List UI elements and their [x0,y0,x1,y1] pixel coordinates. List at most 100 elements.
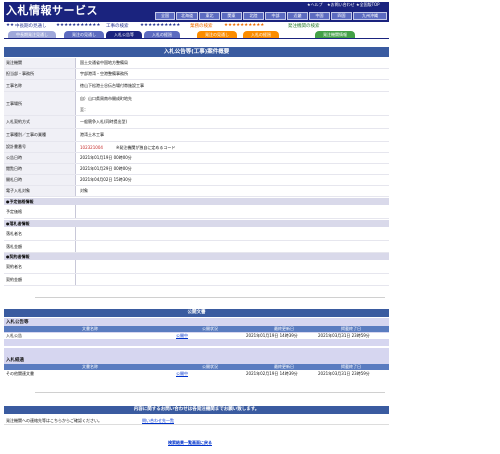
col-header: 文書名称 [82,326,98,331]
tab-services-outlook[interactable]: 発注の見通し [197,31,237,38]
region-tab-kyushu[interactable]: 九州沖縄 [353,12,387,20]
inquiry-title: 内容に関するお問い合わせは各発注機関までお願い致します。 [4,406,389,414]
row-value: 対象 [80,188,88,193]
row-label: 契約金額 [4,274,76,285]
row-label: 公告日時 [4,153,76,163]
doc-status-link[interactable]: 公開中 [176,333,188,339]
row-label: 担当部・事務所 [4,69,76,79]
category-construction-search: 工事の検索 [106,24,129,29]
site-logo[interactable]: 入札情報サービス [6,2,98,18]
table-row: 入札公告 公開中 2021年01月19日 14時39分 2021年03月31日 … [4,333,389,339]
back-to-results-link[interactable]: 検索結果一覧画面に戻る [168,440,212,446]
row-value: 2021年01月19日 00時00分 [80,155,132,160]
inquiry-label: 発注機関への連絡先等はこちらからご確認ください。 [6,418,102,423]
region-tab-chugoku[interactable]: 中国 [309,12,330,20]
col-header: 掲載終了日 [341,326,361,331]
col-header: 掲載終了日 [341,364,361,369]
category-services-search: 業務の検索 [190,24,213,29]
row-value: 港湾土木工事 [80,132,104,137]
inquiry-list-link[interactable]: 問い合わせ先一覧 [142,418,174,424]
category-stars: ★★ [6,23,15,28]
doc-ends: 2021年03月31日 23時59分 [318,371,370,376]
region-tab-national[interactable]: 全国 [155,12,175,20]
table-row: その他関連文書 公開中 2021年02月19日 14時39分 2021年03月3… [4,371,389,377]
doc-status-link[interactable]: 公開中 [176,371,188,377]
row-label: 電子入札対象 [4,186,76,196]
table-row: 工事場所 自）山口県周南市開成町地先 至： [4,92,389,116]
region-tab-chubu[interactable]: 中部 [265,12,286,20]
row-label: 入札契約方式 [4,116,76,128]
row-value: 国土交通省中国地方整備局 [80,60,128,65]
table-row: 公告日時 2021年01月19日 00時00分 [4,153,389,164]
row-value: 一般競争入札(同時提出型) [80,119,128,124]
section-price: ●予定価格情報 [4,198,389,205]
row-value: 2021年04月02日 15時30分 [80,177,132,182]
region-tab-shikoku[interactable]: 四国 [331,12,352,20]
tab-order-outlook[interactable]: 発注の見通し [64,31,104,38]
doc-group-heading: 入札公告等 [6,320,29,325]
row-label: 設計書番号 [4,142,76,152]
row-label: 予定価格 [4,205,76,218]
region-tab-kinki[interactable]: 近畿 [287,12,308,20]
doc-ends: 2021年03月31日 23時59分 [318,333,370,338]
region-tab-tohoku[interactable]: 東北 [199,12,220,20]
table-row: 契約金額 [4,274,389,286]
help-link[interactable]: ★ヘルプ [307,2,323,8]
row-value: 徳山下松港士谷伝台場付帯施設工事 [80,82,144,88]
row-label: 工事名称 [4,80,76,91]
row-label: 発注機関 [4,58,76,68]
design-number: 102321004 [80,145,103,150]
category-stars: ★★★★★★★★★★★ [56,23,101,28]
tab-agency-info[interactable]: 発注機関情報 [315,31,355,38]
section-contract: ●契約者情報 [4,253,389,260]
doc-name: 入札公告 [6,333,22,338]
tab-midterm-outlook[interactable]: 中長期発注見通し [8,31,56,38]
row-value: 自）山口県周南市開成町地先 [80,96,132,101]
tab-underline [4,38,389,39]
page-title: 入札公告等(工事)案件概要 [4,47,389,57]
row-value: 至： [80,107,88,112]
divider [35,297,385,298]
doc-updated: 2021年02月19日 14時39分 [246,371,298,376]
table-row: 入札契約方式 一般競争入札(同時提出型) [4,116,389,129]
col-header: 最終更新日 [274,326,294,331]
region-tab-hokuriku[interactable]: 北陸 [243,12,264,20]
row-label: 工事場所 [4,92,76,115]
contact-link[interactable]: ★お問い合わせ [327,2,355,8]
table-row: 契約者名 [4,260,389,274]
table-row: 予定価格 [4,205,389,219]
row-label: 落札金額 [4,241,76,252]
region-tab-hokkaido[interactable]: 北海道 [176,12,198,20]
col-header: 公開状況 [202,326,218,331]
doc-updated: 2021年01月19日 14時39分 [246,333,298,338]
inquiry-row: 発注機関への連絡先等はこちらからご確認ください。 問い合わせ先一覧 [4,415,389,425]
doc-group-heading: 入札経過 [6,358,24,363]
table-row: 閲覧日時 2021年01月29日 00時00分 [4,164,389,175]
national-top-link[interactable]: ★全国版TOP [356,2,380,8]
section-winner: ●落札者情報 [4,220,389,227]
row-label: 閲覧日時 [4,164,76,174]
row-label: 落札者名 [4,227,76,240]
category-agency-search: 発注機関の検索 [288,24,320,29]
table-row: 発注機関 国土交通省中国地方整備局 [4,58,389,69]
category-stars: ★★★★★★★★★★ [224,23,265,28]
divider [35,392,385,393]
row-label: 契約者名 [4,260,76,273]
table-row: 電子入札対象 対象 [4,186,389,197]
category-midterm: 中長期の見通し [15,24,47,29]
row-label: 工事種別／工事の業種 [4,129,76,141]
tab-bid-notices[interactable]: 入札公告等 [106,31,142,38]
table-row: 設計書番号 102321004 ※発注機関が独自に定めるコード [4,142,389,153]
doc-group: 入札公告等 [4,318,389,346]
design-number-note: ※発注機関が独自に定めるコード [116,145,176,150]
region-tab-kanto[interactable]: 関東 [221,12,242,20]
col-header: 最終更新日 [274,364,294,369]
table-row: 落札金額 [4,241,389,253]
category-stars: ★★★★★★★★★★ [140,23,181,28]
tab-bid-progress[interactable]: 入札の経過 [144,31,180,38]
tab-services-progress[interactable]: 入札の経過 [243,31,279,38]
table-row: 工事名称 徳山下松港士谷伝台場付帯施設工事 [4,80,389,92]
docs-title: 公開文書 [4,309,389,317]
row-label: 開札日時 [4,175,76,185]
col-header: 公開状況 [202,364,218,369]
